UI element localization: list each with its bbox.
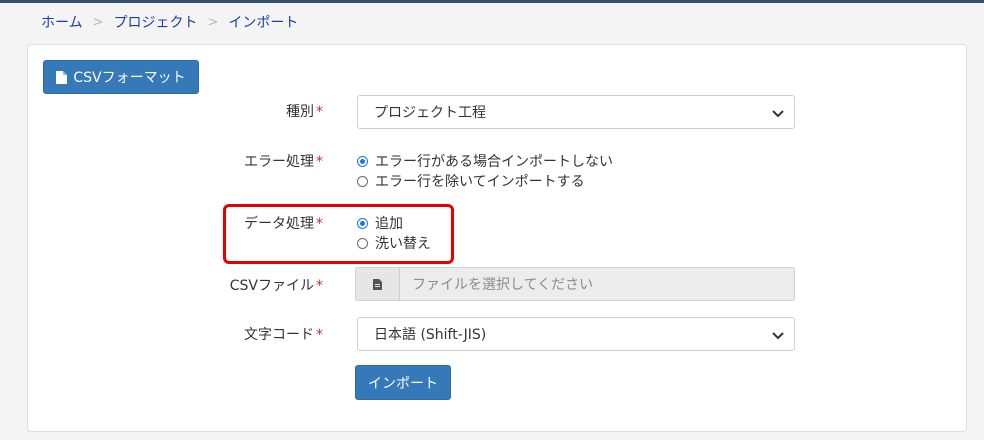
encoding-label: 文字コード *	[244, 324, 323, 344]
csv-file-picker[interactable]: ファイルを選択してください	[355, 267, 795, 301]
csv-file-input[interactable]: ファイルを選択してください	[399, 267, 795, 301]
data-handling-option-replace[interactable]: 洗い替え	[357, 233, 431, 253]
radio-button[interactable]	[357, 175, 368, 187]
encoding-select-value: 日本語 (Shift-JIS)	[374, 327, 487, 343]
csv-file-label-text: CSVファイル	[229, 278, 314, 294]
type-select-value: プロジェクト工程	[374, 105, 486, 121]
radio-button[interactable]	[357, 237, 368, 249]
file-addon[interactable]	[355, 267, 399, 301]
breadcrumb-current[interactable]: インポート	[228, 12, 298, 32]
type-label: 種別 *	[286, 101, 323, 121]
error-handling-option-skip-all[interactable]: エラー行がある場合インポートしない	[357, 151, 613, 171]
required-mark: *	[316, 278, 323, 294]
chevron-down-icon	[772, 332, 784, 340]
data-option-label: 追加	[375, 216, 403, 232]
radio-button-checked[interactable]	[357, 155, 368, 167]
data-handling-label-text: データ処理	[244, 216, 314, 232]
import-button[interactable]: インポート	[355, 365, 451, 400]
file-icon	[373, 278, 382, 290]
chevron-down-icon	[772, 110, 784, 118]
error-handling-label-text: エラー処理	[244, 154, 314, 170]
data-handling-option-add[interactable]: 追加	[357, 213, 403, 233]
breadcrumb: ホーム > プロジェクト > インポート	[41, 12, 298, 32]
data-handling-label: データ処理 *	[244, 213, 323, 233]
required-mark: *	[316, 154, 323, 170]
error-option-label: エラー行がある場合インポートしない	[375, 154, 613, 170]
csv-format-button[interactable]: CSVフォーマット	[43, 60, 199, 94]
breadcrumb-home[interactable]: ホーム	[41, 12, 83, 32]
import-panel: CSVフォーマット 種別 * プロジェクト工程 エラー処理 * エラー行がある場合イ…	[27, 44, 967, 432]
radio-button-checked[interactable]	[357, 217, 368, 229]
encoding-select[interactable]: 日本語 (Shift-JIS)	[357, 317, 795, 351]
error-option-label: エラー行を除いてインポートする	[375, 174, 585, 190]
breadcrumb-project[interactable]: プロジェクト	[114, 12, 198, 32]
encoding-label-text: 文字コード	[244, 327, 314, 343]
error-handling-option-exclude[interactable]: エラー行を除いてインポートする	[357, 171, 585, 191]
type-select[interactable]: プロジェクト工程	[357, 95, 795, 129]
breadcrumb-separator: >	[92, 14, 104, 30]
error-handling-label: エラー処理 *	[244, 151, 323, 171]
csv-format-label: CSVフォーマット	[73, 70, 186, 86]
breadcrumb-separator: >	[207, 14, 219, 30]
required-mark: *	[316, 327, 323, 343]
csv-file-label: CSVファイル *	[230, 275, 323, 295]
type-label-text: 種別	[286, 104, 314, 120]
document-icon	[56, 70, 68, 84]
top-border	[0, 0, 984, 3]
required-mark: *	[316, 104, 323, 120]
data-option-label: 洗い替え	[375, 236, 431, 252]
required-mark: *	[316, 216, 323, 232]
